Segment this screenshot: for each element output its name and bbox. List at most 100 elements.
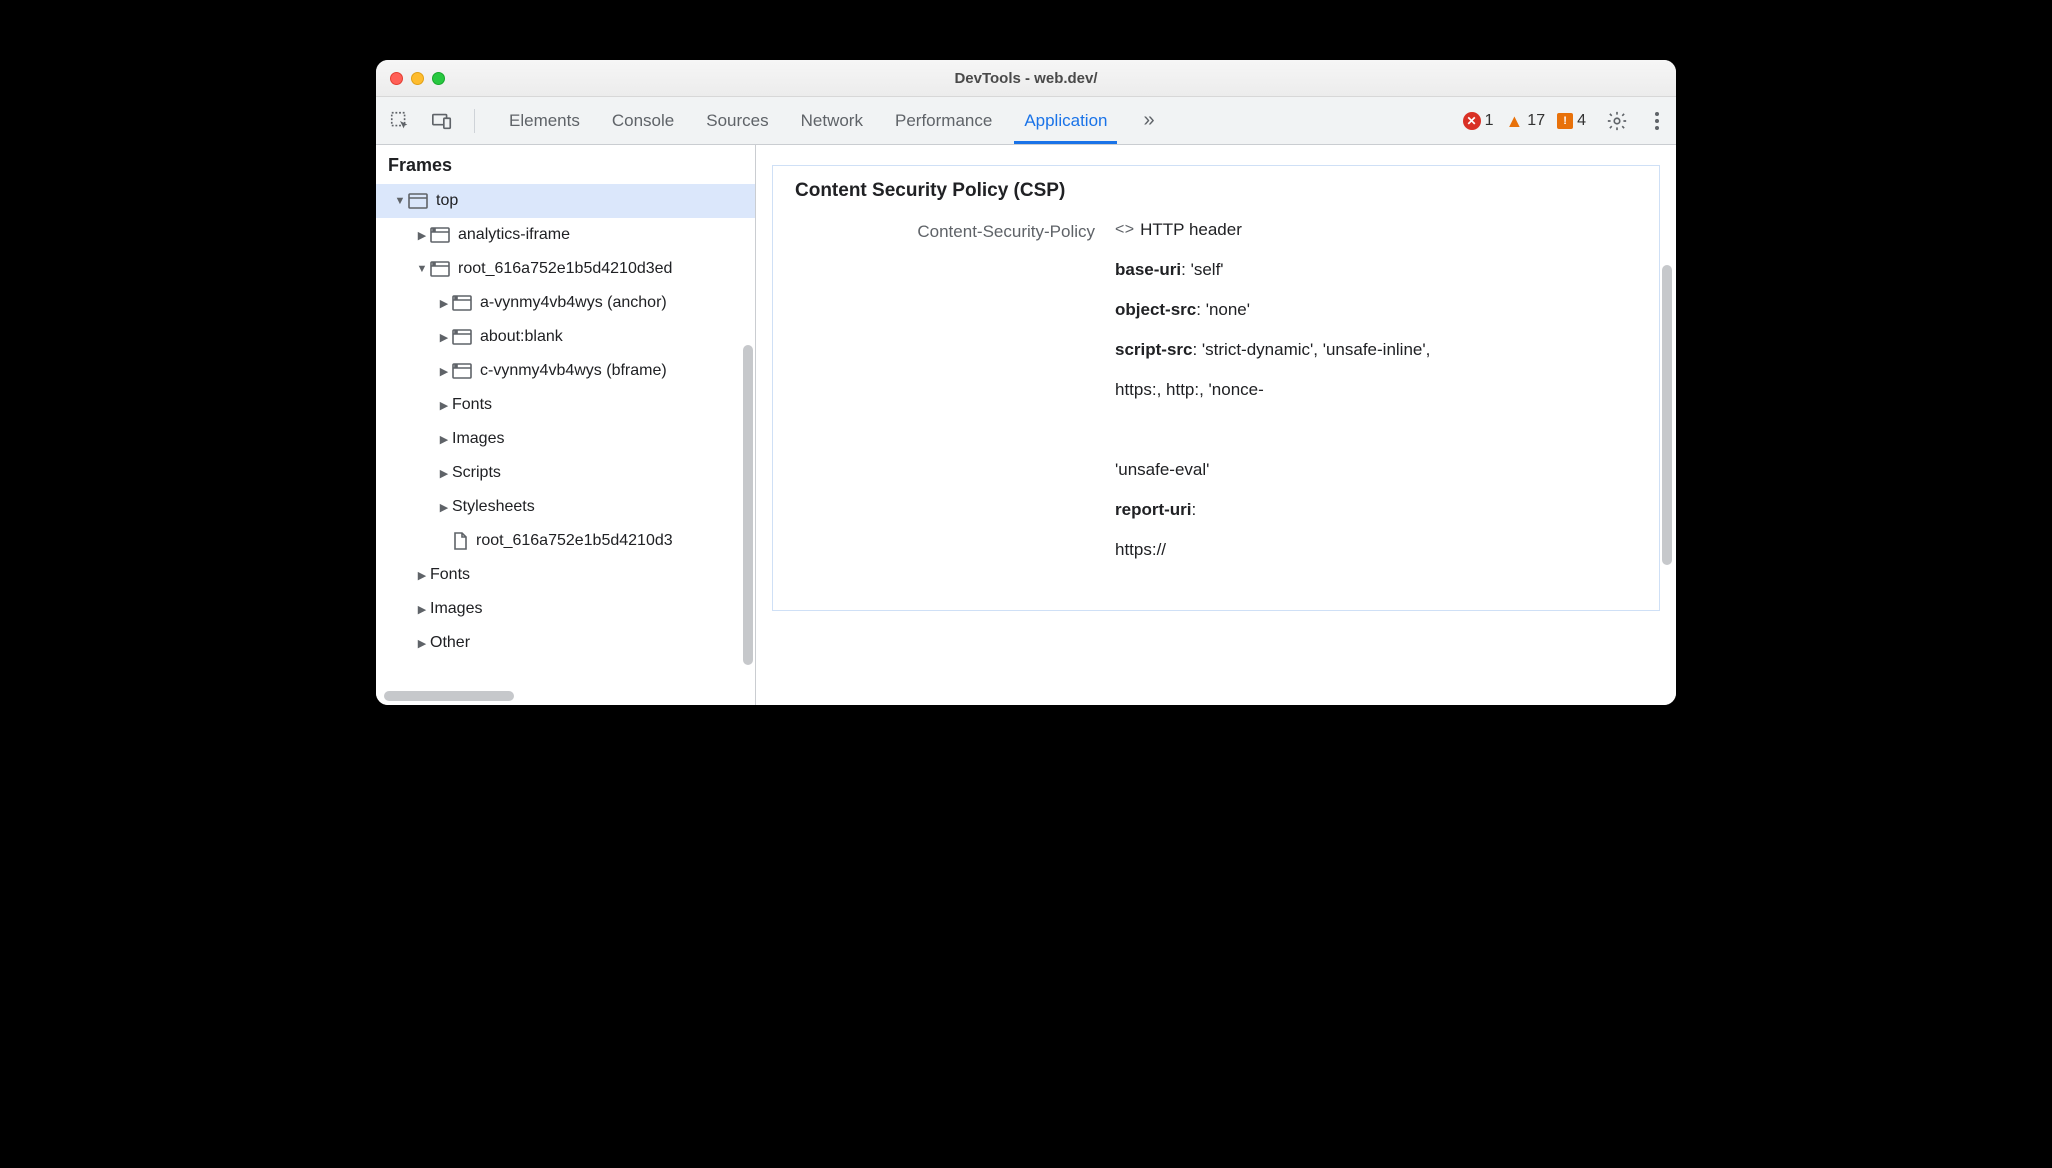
sidebar-scrollbar-horizontal[interactable] <box>384 691 514 701</box>
tab-console[interactable]: Console <box>596 97 690 144</box>
tab-elements[interactable]: Elements <box>493 97 596 144</box>
frame-icon <box>430 227 450 243</box>
tree-row[interactable]: ▶Other <box>376 626 755 660</box>
frame-icon <box>452 329 472 345</box>
disclosure-arrow-icon[interactable]: ▶ <box>438 433 450 446</box>
disclosure-arrow-icon[interactable]: ▶ <box>438 331 450 344</box>
csp-directive-key: script-src <box>1115 340 1192 359</box>
error-count-value: 1 <box>1485 112 1494 130</box>
disclosure-arrow-icon[interactable]: ▶ <box>438 399 450 412</box>
tab-application[interactable]: Application <box>1008 97 1123 144</box>
csp-directive-line: https:, http:, 'nonce- <box>1115 380 1637 400</box>
csp-directive-value: : 'none' <box>1196 300 1250 319</box>
csp-directive-line: report-uri: <box>1115 500 1637 520</box>
tab-performance[interactable]: Performance <box>879 97 1008 144</box>
csp-directive-key: object-src <box>1115 300 1196 319</box>
csp-key-label: Content-Security-Policy <box>795 220 1095 580</box>
tab-network[interactable]: Network <box>785 97 879 144</box>
frames-tree: ▼ top ▶ analytics-iframe ▼ root_616a752e1b5d4… <box>376 184 755 660</box>
tree-row[interactable]: ▼ top <box>376 184 755 218</box>
frame-icon <box>452 295 472 311</box>
csp-source-row: < > HTTP header <box>1115 220 1637 240</box>
disclosure-arrow-icon[interactable]: ▼ <box>416 263 428 275</box>
csp-value-column: < > HTTP header base-uri: 'self' object-s… <box>1115 220 1637 580</box>
frame-icon <box>452 363 472 379</box>
tree-row[interactable]: ▶Fonts <box>376 388 755 422</box>
csp-body: Content-Security-Policy < > HTTP header … <box>773 216 1659 610</box>
tree-row[interactable]: root_616a752e1b5d4210d3 <box>376 524 755 558</box>
tree-row[interactable]: ▶Fonts <box>376 558 755 592</box>
disclosure-arrow-icon[interactable]: ▶ <box>416 569 428 582</box>
csp-directive-line: 'unsafe-eval' <box>1115 460 1637 480</box>
disclosure-arrow-icon[interactable]: ▶ <box>416 603 428 616</box>
csp-directive-line: object-src: 'none' <box>1115 300 1637 320</box>
warning-count-value: 17 <box>1527 112 1545 130</box>
devtools-window: DevTools - web.dev/ Elements Console Sou… <box>376 60 1676 705</box>
more-tabs-button[interactable]: » <box>1137 109 1158 132</box>
csp-panel: Content Security Policy (CSP) Content-Se… <box>772 165 1660 611</box>
settings-button[interactable] <box>1600 110 1634 132</box>
disclosure-arrow-icon[interactable]: ▶ <box>438 365 450 378</box>
tree-row-label: about:blank <box>480 328 563 346</box>
frames-sidebar: Frames ▼ top ▶ analytics-iframe ▼ root_616a75… <box>376 145 756 705</box>
disclosure-arrow-icon[interactable]: ▼ <box>394 195 406 207</box>
csp-panel-title: Content Security Policy (CSP) <box>773 166 1659 216</box>
csp-directive-line <box>1115 420 1637 440</box>
warning-icon: ▲ <box>1505 112 1523 130</box>
tree-row[interactable]: ▶Stylesheets <box>376 490 755 524</box>
tab-sources[interactable]: Sources <box>690 97 784 144</box>
inspect-element-icon[interactable] <box>386 107 414 135</box>
csp-directive-value: : <box>1192 500 1197 519</box>
toolbar-divider <box>474 109 475 133</box>
disclosure-arrow-icon[interactable]: ▶ <box>438 501 450 514</box>
device-toolbar-icon[interactable] <box>428 107 456 135</box>
tree-row[interactable]: ▼ root_616a752e1b5d4210d3ed <box>376 252 755 286</box>
more-options-button[interactable] <box>1648 110 1666 132</box>
csp-directive-key: base-uri <box>1115 260 1181 279</box>
tree-row-label: root_616a752e1b5d4210d3ed <box>458 260 672 278</box>
tree-row-label: top <box>436 192 458 210</box>
csp-directive-line: https:// <box>1115 540 1637 560</box>
tree-row-label: Stylesheets <box>452 498 535 516</box>
http-header-label: HTTP header <box>1140 220 1242 240</box>
disclosure-arrow-icon[interactable]: ▶ <box>438 297 450 310</box>
sidebar-scrollbar-vertical[interactable] <box>743 345 753 665</box>
csp-directive-line: script-src: 'strict-dynamic', 'unsafe-in… <box>1115 340 1637 360</box>
warning-count[interactable]: ▲ 17 <box>1505 112 1545 130</box>
main-content: Content Security Policy (CSP) Content-Se… <box>756 145 1676 705</box>
tree-row-label: Other <box>430 634 470 652</box>
tree-row[interactable]: ▶Images <box>376 422 755 456</box>
frame-icon <box>430 261 450 277</box>
csp-directive-key: report-uri <box>1115 500 1192 519</box>
titlebar: DevTools - web.dev/ <box>376 60 1676 97</box>
code-icon: < > <box>1115 221 1132 239</box>
sidebar-title: Frames <box>376 145 755 184</box>
tree-row-label: c-vynmy4vb4wys (bframe) <box>480 362 667 380</box>
tree-row-label: analytics-iframe <box>458 226 570 244</box>
issues-count[interactable]: ! 4 <box>1557 112 1586 130</box>
tree-row-label: Images <box>452 430 504 448</box>
error-icon: ✕ <box>1463 112 1481 130</box>
csp-directive-line: base-uri: 'self' <box>1115 260 1637 280</box>
csp-directive-value: 'unsafe-eval' <box>1115 460 1209 479</box>
csp-directive-value: https:, http:, 'nonce- <box>1115 380 1264 399</box>
tree-row-label: Fonts <box>452 396 492 414</box>
disclosure-arrow-icon[interactable]: ▶ <box>416 637 428 650</box>
tree-row-label: Images <box>430 600 482 618</box>
doc-icon <box>452 532 468 550</box>
issues-icon: ! <box>1557 113 1573 129</box>
tree-row[interactable]: ▶ c-vynmy4vb4wys (bframe) <box>376 354 755 388</box>
error-count[interactable]: ✕ 1 <box>1463 112 1494 130</box>
disclosure-arrow-icon[interactable]: ▶ <box>416 229 428 242</box>
tree-row[interactable]: ▶ about:blank <box>376 320 755 354</box>
tree-row[interactable]: ▶Scripts <box>376 456 755 490</box>
tree-row[interactable]: ▶Images <box>376 592 755 626</box>
main-scrollbar-vertical[interactable] <box>1662 265 1672 565</box>
window-title: DevTools - web.dev/ <box>376 70 1676 87</box>
csp-directive-value: : 'strict-dynamic', 'unsafe-inline', <box>1192 340 1430 359</box>
window-icon <box>408 193 428 209</box>
tree-row[interactable]: ▶a-vynmy4vb4wys (anchor) <box>376 286 755 320</box>
disclosure-arrow-icon[interactable]: ▶ <box>438 467 450 480</box>
csp-directive-value: : 'self' <box>1181 260 1223 279</box>
tree-row[interactable]: ▶ analytics-iframe <box>376 218 755 252</box>
